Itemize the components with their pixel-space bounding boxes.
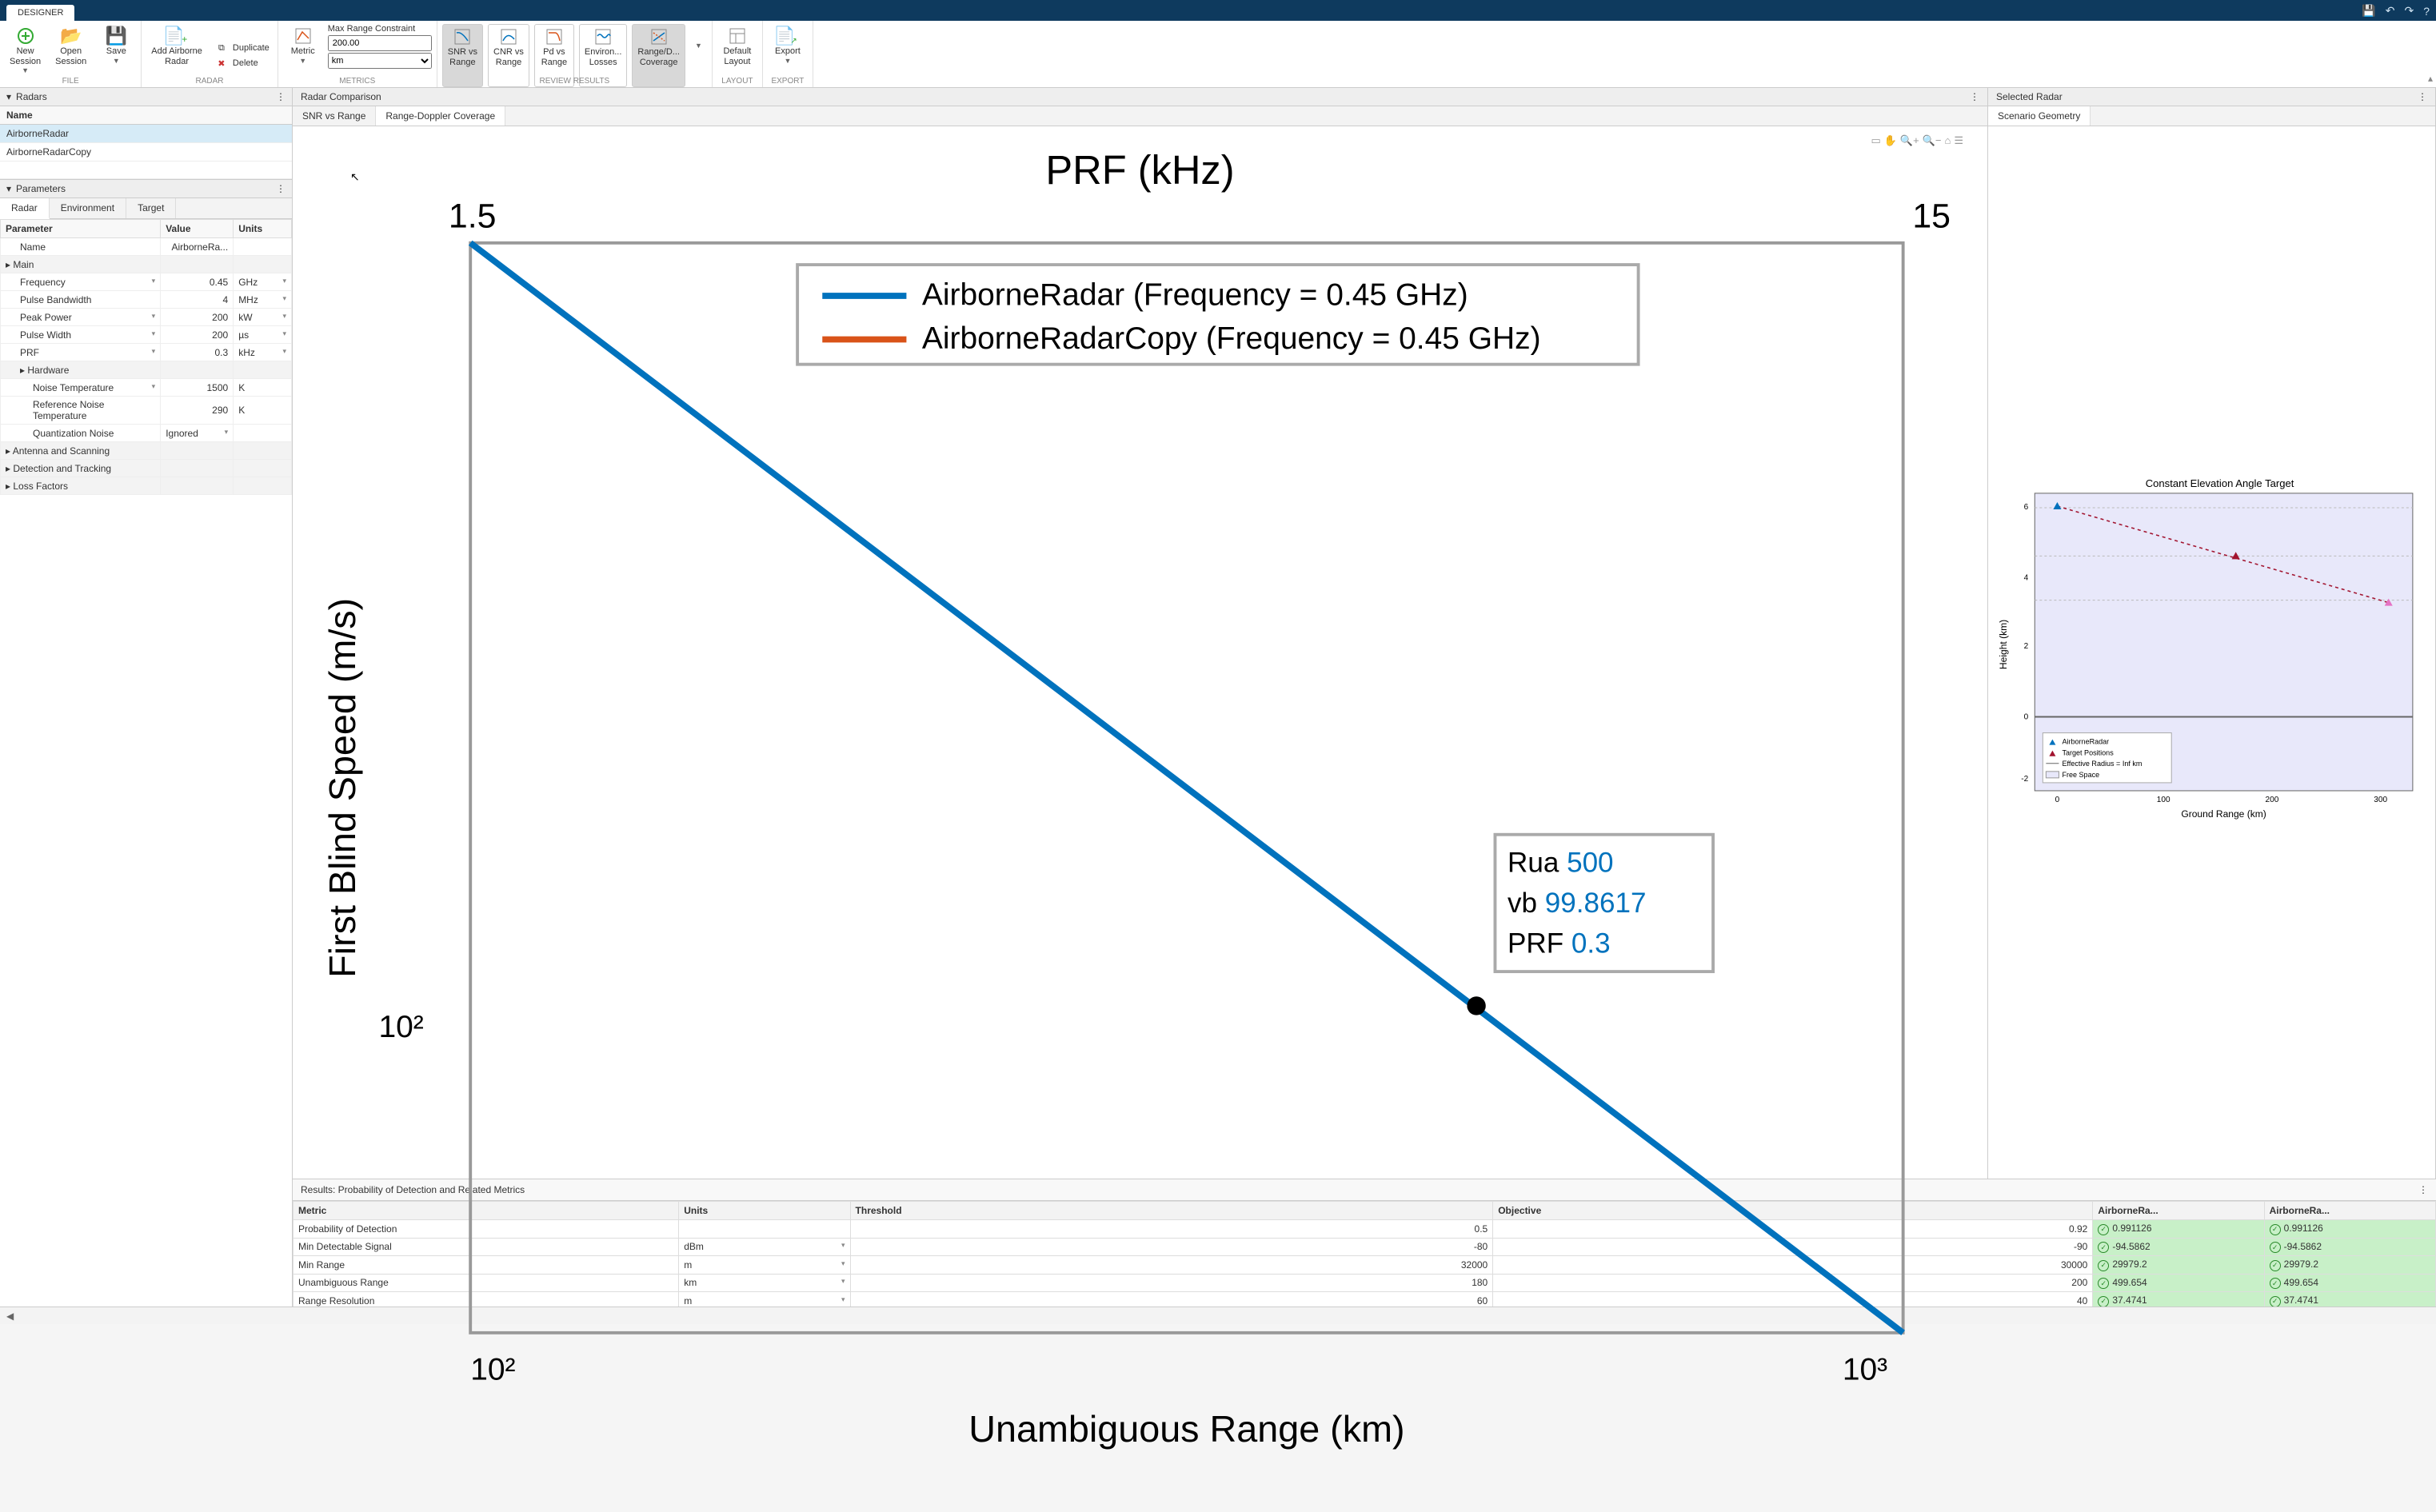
svg-text:vb 99.8617: vb 99.8617: [1508, 888, 1646, 919]
param-row[interactable]: Quantization NoiseIgnored: [1, 425, 292, 442]
svg-text:First Blind Speed (m/s): First Blind Speed (m/s): [321, 598, 363, 978]
redo-icon[interactable]: ↷: [2404, 4, 2414, 18]
svg-text:Height (km): Height (km): [1998, 620, 2009, 669]
param-row[interactable]: ▸ Main: [1, 256, 292, 273]
save-icon[interactable]: 💾: [2362, 4, 2375, 18]
chart-toolbar: ▭ ✋ 🔍+ 🔍− ⌂ ☰: [1871, 134, 1963, 147]
svg-text:Free Space: Free Space: [2062, 771, 2099, 779]
legend-icon[interactable]: ☰: [1954, 134, 1963, 147]
radar-row[interactable]: AirborneRadarCopy: [0, 143, 292, 162]
param-header: Parameter: [1, 220, 161, 238]
radar-row[interactable]: AirborneRadar: [0, 125, 292, 143]
svg-text:0: 0: [2024, 712, 2029, 721]
param-row[interactable]: NameAirborneRa...: [1, 238, 292, 256]
param-row[interactable]: PRF0.3kHz: [1, 344, 292, 361]
panel-menu-icon[interactable]: ⋮: [1970, 91, 1979, 102]
svg-text:1.5: 1.5: [449, 197, 497, 235]
svg-text:300: 300: [2374, 796, 2387, 804]
param-row[interactable]: Pulse Width200µs: [1, 326, 292, 344]
panel-menu-icon[interactable]: ⋮: [276, 91, 286, 102]
panel-menu-icon[interactable]: ⋮: [276, 183, 286, 194]
tab-range-doppler-coverage[interactable]: Range-Doppler Coverage: [376, 106, 505, 126]
collapse-icon[interactable]: ▾: [6, 183, 11, 194]
svg-text:0: 0: [2055, 796, 2060, 804]
zoom-out-icon[interactable]: 🔍−: [1923, 134, 1942, 147]
svg-text:10³: 10³: [1843, 1352, 1887, 1386]
svg-text:-2: -2: [2021, 775, 2028, 784]
home-icon[interactable]: ⌂: [1944, 134, 1951, 147]
param-row[interactable]: ▸ Antenna and Scanning: [1, 442, 292, 460]
help-icon[interactable]: ?: [2423, 5, 2430, 18]
max-range-unit-select[interactable]: km: [328, 53, 432, 69]
tab-snr-vs-range[interactable]: SNR vs Range: [293, 106, 376, 126]
svg-text:Unambiguous Range (km): Unambiguous Range (km): [968, 1408, 1404, 1450]
param-row[interactable]: Pulse Bandwidth4MHz: [1, 291, 292, 309]
radar-row-empty[interactable]: [0, 162, 292, 179]
status-icon[interactable]: ◀: [6, 1311, 14, 1322]
pan-icon[interactable]: ✋: [1884, 134, 1897, 147]
svg-text:PRF (kHz): PRF (kHz): [1045, 147, 1234, 193]
svg-text:Ground Range (km): Ground Range (km): [2181, 808, 2266, 820]
toolstrip: NewSession ▼ 📂 OpenSession 💾 Save ▼ FILE…: [0, 21, 2436, 88]
collapse-toolstrip-icon[interactable]: ▴: [2428, 73, 2433, 84]
max-range-label: Max Range Constraint: [328, 24, 432, 34]
param-row[interactable]: Noise Temperature1500K: [1, 379, 292, 397]
zoom-in-icon[interactable]: 🔍+: [1900, 134, 1919, 147]
max-range-input[interactable]: [328, 35, 432, 51]
parameters-header: ▾Parameters ⋮: [0, 180, 292, 198]
svg-text:100: 100: [2157, 796, 2170, 804]
panel-menu-icon[interactable]: ⋮: [2418, 1184, 2428, 1195]
selected-radar-pane: Selected Radar⋮ Scenario Geometry Consta…: [1988, 88, 2436, 1179]
svg-text:15: 15: [1912, 197, 1951, 235]
svg-text:AirborneRadar: AirborneRadar: [2062, 738, 2109, 746]
radars-header: ▾Radars ⋮: [0, 88, 292, 106]
param-row[interactable]: ▸ Hardware: [1, 361, 292, 379]
titlebar: DESIGNER 💾 ↶ ↷ ?: [0, 0, 2436, 21]
svg-text:Rua 500: Rua 500: [1508, 847, 1614, 878]
svg-text:10²: 10²: [470, 1352, 515, 1386]
tab-scenario-geometry[interactable]: Scenario Geometry: [1988, 106, 2091, 126]
delete-button[interactable]: ✖Delete: [212, 57, 273, 70]
collapse-icon[interactable]: ▾: [6, 91, 11, 102]
svg-text:PRF 0.3: PRF 0.3: [1508, 928, 1611, 959]
duplicate-button[interactable]: ⧉Duplicate: [212, 42, 273, 55]
radars-name-header: Name: [0, 106, 292, 125]
units-header: Units: [234, 220, 292, 238]
panel-menu-icon[interactable]: ⋮: [2418, 91, 2427, 102]
left-panel: ▾Radars ⋮ Name AirborneRadar AirborneRad…: [0, 88, 293, 1307]
param-row[interactable]: ▸ Loss Factors: [1, 477, 292, 495]
tab-environment[interactable]: Environment: [50, 198, 126, 218]
svg-text:200: 200: [2266, 796, 2279, 804]
svg-text:2: 2: [2024, 642, 2029, 651]
svg-text:AirborneRadarCopy (Frequency =: AirborneRadarCopy (Frequency = 0.45 GHz): [922, 321, 1541, 356]
value-header: Value: [161, 220, 234, 238]
range-doppler-chart: PRF (kHz) 1.5 15 AirborneRadar (Frequenc…: [299, 133, 1981, 1506]
svg-text:10²: 10²: [378, 1010, 423, 1044]
tab-target[interactable]: Target: [126, 198, 176, 218]
radar-comparison-pane: Radar Comparison⋮ SNR vs Range Range-Dop…: [293, 88, 1988, 1179]
undo-icon[interactable]: ↶: [2386, 4, 2395, 18]
svg-text:AirborneRadar (Frequency = 0.4: AirborneRadar (Frequency = 0.45 GHz): [922, 278, 1468, 313]
svg-text:Target Positions: Target Positions: [2062, 749, 2114, 757]
svg-text:Effective Radius = Inf km: Effective Radius = Inf km: [2062, 760, 2142, 768]
svg-text:Constant Elevation Angle Targe: Constant Elevation Angle Target: [2146, 477, 2294, 489]
svg-text:6: 6: [2024, 503, 2029, 512]
scenario-geometry-chart: Constant Elevation Angle Target: [1995, 133, 2429, 1172]
param-row[interactable]: Peak Power200kW: [1, 309, 292, 326]
param-row[interactable]: Reference Noise Temperature290K: [1, 397, 292, 425]
svg-text:4: 4: [2024, 574, 2029, 583]
param-row[interactable]: Frequency0.45GHz: [1, 273, 292, 291]
brush-icon[interactable]: ▭: [1871, 134, 1880, 147]
designer-tab[interactable]: DESIGNER: [6, 5, 74, 21]
param-row[interactable]: ▸ Detection and Tracking: [1, 460, 292, 477]
tab-radar[interactable]: Radar: [0, 198, 50, 219]
